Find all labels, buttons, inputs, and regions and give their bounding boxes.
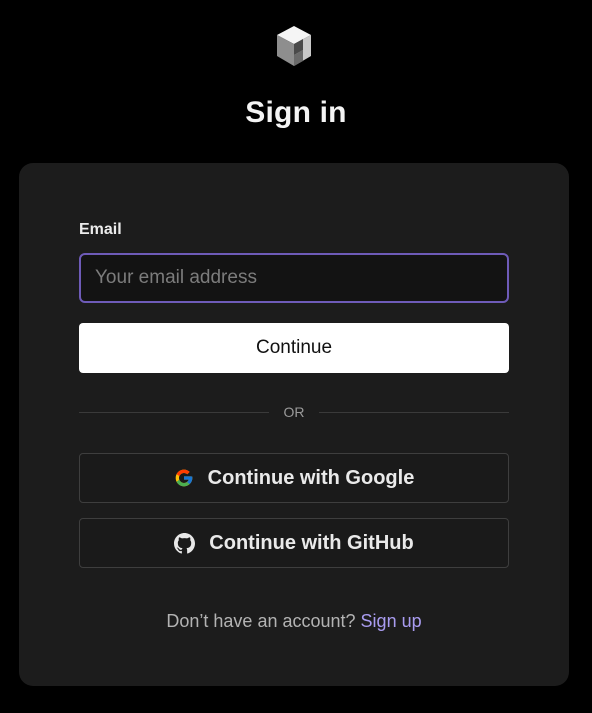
sign-in-page: Sign in Email Continue OR Continue with …: [0, 0, 592, 713]
signup-prompt: Don’t have an account? Sign up: [19, 611, 569, 632]
cube-logo-icon: [277, 26, 311, 66]
sign-in-card: Email Continue OR Continue with Google: [19, 163, 569, 686]
or-divider: OR: [79, 403, 509, 421]
email-label: Email: [79, 221, 122, 238]
sign-up-link[interactable]: Sign up: [361, 611, 422, 631]
email-field[interactable]: [79, 253, 509, 303]
signup-prompt-text: Don’t have an account?: [166, 611, 356, 631]
github-icon: [174, 532, 196, 554]
continue-button[interactable]: Continue: [79, 323, 509, 373]
page-title: Sign in: [245, 96, 347, 129]
continue-with-github-button[interactable]: Continue with GitHub: [79, 518, 509, 568]
continue-with-google-button[interactable]: Continue with Google: [79, 453, 509, 503]
github-button-label: Continue with GitHub: [209, 531, 414, 554]
divider-line-right: [319, 412, 509, 413]
google-button-label: Continue with Google: [207, 466, 415, 489]
google-icon: [174, 468, 194, 488]
